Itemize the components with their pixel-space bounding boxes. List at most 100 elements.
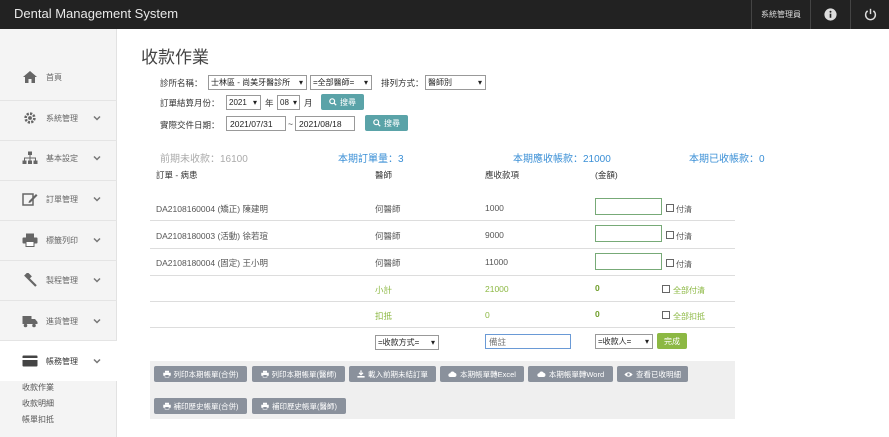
search-button-label: 搜尋 xyxy=(340,97,356,107)
pay-method-select[interactable]: =收款方式= ▾ xyxy=(375,335,439,350)
sidebar-subitem-receipt-detail[interactable]: 收款明細 xyxy=(22,398,54,409)
truck-icon xyxy=(22,316,38,328)
reprint-history-merged-button[interactable]: 補印歷史帳單(合併) xyxy=(154,398,247,414)
printer-icon xyxy=(22,233,38,247)
print-current-merged-button[interactable]: 列印本期帳單(合併) xyxy=(154,366,247,382)
view-received-button[interactable]: 查看已收明細 xyxy=(617,366,688,382)
deduct-paid: 0 xyxy=(595,309,600,319)
date-search-button[interactable]: 搜尋 xyxy=(365,115,408,131)
sort-label: 排列方式： xyxy=(381,78,424,88)
user-menu[interactable]: 系統管理員 xyxy=(751,0,810,29)
chevron-down-icon xyxy=(93,155,101,161)
logout-button[interactable] xyxy=(850,0,889,29)
sidebar-item-home[interactable]: 首頁 xyxy=(0,57,117,97)
search-button-label: 搜尋 xyxy=(384,118,400,128)
clinic-label: 診所名稱： xyxy=(160,78,203,88)
sidebar-item-label: 帳務管理 xyxy=(46,357,78,366)
clinic-select[interactable]: 士林區 - 尚美牙醫診所 ▾ xyxy=(208,75,307,90)
pay-method-value: =收款方式= xyxy=(378,338,420,347)
reprint-history-doctor-button[interactable]: 補印歷史帳單(醫師) xyxy=(252,398,346,414)
export-word-button[interactable]: 本期帳單轉Word xyxy=(528,366,613,382)
info-button[interactable] xyxy=(810,0,849,29)
sidebar-item-system[interactable]: 系統管理 xyxy=(0,98,117,138)
paid-checkbox-label: 付清 xyxy=(676,232,692,241)
chevron-down-icon: ▾ xyxy=(363,78,368,87)
chevron-down-icon xyxy=(93,277,101,283)
chevron-down-icon: ▾ xyxy=(298,78,303,87)
sidebar-item-purchase[interactable]: 進貨管理 xyxy=(0,301,117,341)
main-content: 收款作業 診所名稱： 士林區 - 尚美牙醫診所 ▾ =全部醫師= ▾ 排列方式： 醫… xyxy=(117,29,889,437)
sidebar-subitem-bill-offset[interactable]: 帳單扣抵 xyxy=(22,414,54,425)
month-select[interactable]: 08 ▾ xyxy=(277,95,300,110)
col-header-receivable: 應收款項 xyxy=(485,170,520,180)
sidebar-item-process[interactable]: 製程管理 xyxy=(0,260,117,300)
month-label: 訂單結算月份： xyxy=(160,98,220,108)
received-total: 本期已收帳款：0 xyxy=(689,154,765,165)
sidebar: 首頁 系統管理 基本設定 訂單管理 標籤列印 製程管理 進貨管理 帳務管理 收款… xyxy=(0,29,117,437)
date-from-input[interactable] xyxy=(226,116,286,131)
paid-checkbox-label: 付清 xyxy=(676,260,692,269)
print-current-doctor-button[interactable]: 列印本期帳單(醫師) xyxy=(252,366,345,382)
amount-input[interactable] xyxy=(595,253,662,270)
all-paid-checkbox[interactable] xyxy=(662,285,670,293)
page-title: 收款作業 xyxy=(141,48,209,67)
row-divider xyxy=(150,301,735,302)
deduct-amount: 0 xyxy=(485,310,490,320)
payee-value: =收款人= xyxy=(598,337,632,346)
sidebar-item-label: 進貨管理 xyxy=(46,317,78,326)
row-divider xyxy=(150,248,735,249)
button-label: 補印歷史帳單(合併) xyxy=(173,401,239,411)
sidebar-item-accounting[interactable]: 帳務管理 xyxy=(0,341,117,381)
doctor-select-value: =全部醫師= xyxy=(313,78,355,87)
done-button[interactable]: 完成 xyxy=(657,333,687,349)
button-label: 本期帳單轉Word xyxy=(548,369,605,379)
edit-icon xyxy=(22,193,38,206)
sidebar-item-label: 訂單管理 xyxy=(46,195,78,204)
chevron-down-icon: ▾ xyxy=(477,78,482,87)
receivable-total: 本期應收帳款：21000 xyxy=(513,154,611,165)
all-deduct-label: 全部扣抵 xyxy=(673,312,705,321)
top-navbar: Dental Management System 系統管理員 xyxy=(0,0,889,29)
cloud-icon xyxy=(448,371,457,377)
home-icon xyxy=(23,71,37,83)
month-search-button[interactable]: 搜尋 xyxy=(321,94,364,110)
gavel-icon xyxy=(24,273,37,287)
date-to-input[interactable] xyxy=(295,116,355,131)
sort-select[interactable]: 醫師別 ▾ xyxy=(425,75,486,90)
button-label: 補印歷史帳單(醫師) xyxy=(272,401,337,411)
sidebar-item-label: 首頁 xyxy=(46,73,62,82)
payee-select[interactable]: =收款人= ▾ xyxy=(595,334,653,349)
all-paid-label: 全部付清 xyxy=(673,286,705,295)
sidebar-item-label: 基本設定 xyxy=(46,154,78,163)
year-select[interactable]: 2021 ▾ xyxy=(226,95,261,110)
export-excel-button[interactable]: 本期帳單轉Excel xyxy=(440,366,524,382)
sidebar-item-orders[interactable]: 訂單管理 xyxy=(0,179,117,219)
chevron-down-icon: ▾ xyxy=(292,98,297,107)
paid-checkbox[interactable] xyxy=(666,231,674,239)
doctor-select[interactable]: =全部醫師= ▾ xyxy=(310,75,372,90)
search-icon xyxy=(373,119,381,127)
power-icon xyxy=(864,8,876,21)
paid-checkbox[interactable] xyxy=(666,204,674,212)
amount-input[interactable] xyxy=(595,198,662,215)
download-icon xyxy=(357,370,365,378)
col-header-doctor: 醫師 xyxy=(375,170,393,180)
button-label: 查看已收明細 xyxy=(636,369,681,379)
chevron-down-icon: ▾ xyxy=(252,98,257,107)
printer-icon xyxy=(260,370,269,378)
all-deduct-checkbox[interactable] xyxy=(662,311,670,319)
sidebar-item-basic-settings[interactable]: 基本設定 xyxy=(0,138,117,178)
card-icon xyxy=(22,355,38,367)
button-label: 列印本期帳單(合併) xyxy=(173,369,239,379)
sidebar-subitem-receipt[interactable]: 收款作業 xyxy=(22,382,54,393)
year-select-value: 2021 xyxy=(229,98,247,107)
amount-input[interactable] xyxy=(595,225,662,242)
chevron-down-icon xyxy=(93,115,101,121)
sidebar-item-label-print[interactable]: 標籤列印 xyxy=(0,220,117,260)
app-title[interactable]: Dental Management System xyxy=(14,6,178,21)
eye-icon xyxy=(624,371,633,377)
note-input[interactable] xyxy=(485,334,571,349)
paid-checkbox[interactable] xyxy=(666,259,674,267)
sort-select-value: 醫師別 xyxy=(428,78,452,87)
load-previous-orders-button[interactable]: 載入前期未結訂單 xyxy=(349,366,436,382)
